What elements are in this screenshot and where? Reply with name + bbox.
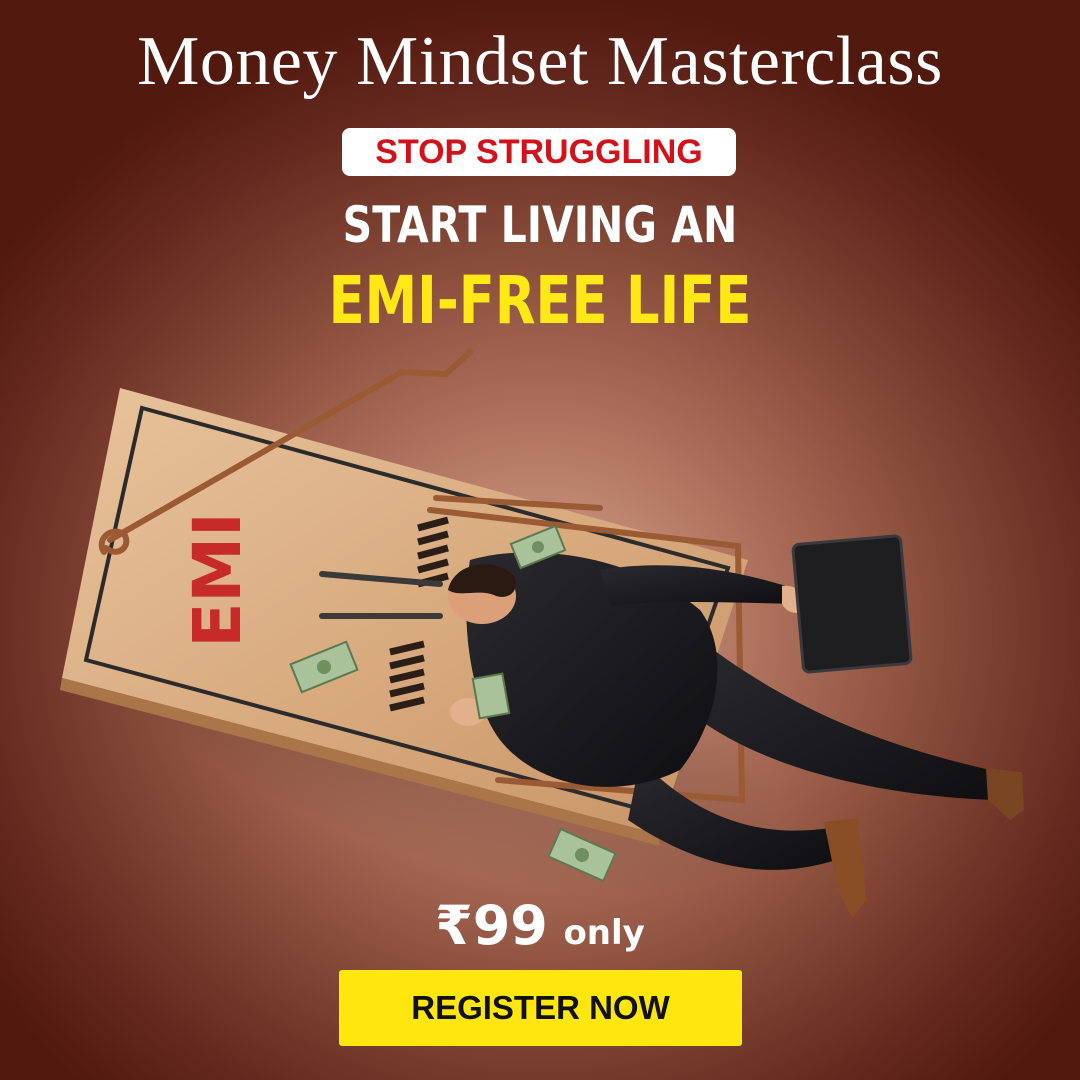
price-suffix: only: [563, 913, 645, 953]
price-label: ₹99 only: [0, 894, 1080, 957]
briefcase-icon: [791, 534, 913, 674]
ad-banner: Money Mindset Masterclass STOP STRUGGLIN…: [0, 0, 1080, 1080]
register-now-button[interactable]: REGISTER NOW: [339, 970, 742, 1046]
emi-stamp-text: EMI: [179, 512, 256, 647]
price-amount: ₹99: [435, 894, 548, 957]
